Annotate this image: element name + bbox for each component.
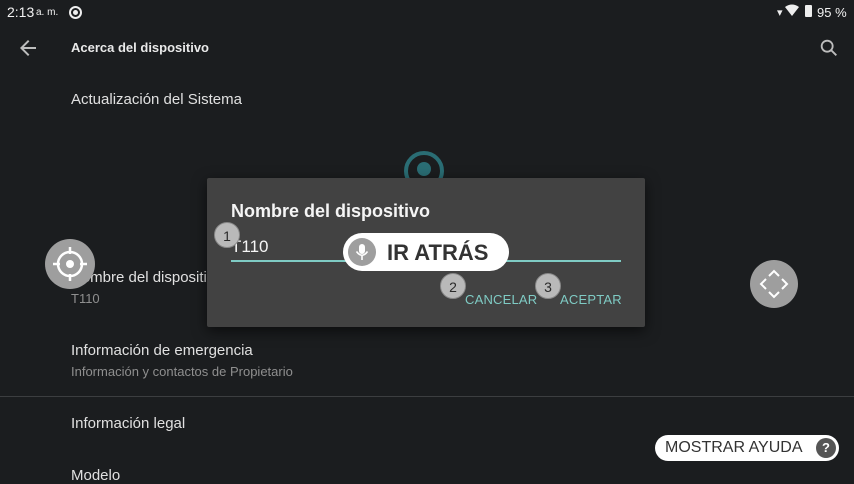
list-item-system-update[interactable]: Actualización del Sistema [71, 91, 242, 108]
status-time: 2:13 [7, 4, 35, 20]
list-item-emergency-info[interactable]: Información de emergencia [71, 342, 253, 359]
status-ampm: a. m. [36, 7, 59, 18]
battery-percent: 95 % [817, 5, 847, 20]
cancel-button[interactable]: CANCELAR [465, 292, 537, 307]
mic-icon [348, 238, 376, 266]
list-item-model[interactable]: Modelo [71, 467, 120, 484]
divider [0, 396, 854, 397]
show-help-label: MOSTRAR AYUDA [665, 439, 803, 456]
number-badge-2[interactable]: 2 [440, 273, 466, 299]
show-help-button[interactable]: MOSTRAR AYUDA ? [655, 435, 839, 461]
voice-command-pill: IR ATRÁS [343, 233, 509, 271]
status-bar: 2:13 a. m. ▾ 95 % [0, 0, 854, 24]
list-item-device-name-value: T110 [71, 291, 100, 306]
crosshair-button[interactable] [45, 239, 95, 289]
number-badge-1[interactable]: 1 [214, 222, 240, 248]
directional-pad-button[interactable] [750, 260, 798, 308]
back-arrow-icon[interactable] [16, 36, 40, 60]
directional-arrows-icon [759, 269, 789, 299]
battery-icon [805, 5, 812, 17]
list-item-emergency-info-sub: Información y contactos de Propietario [71, 364, 293, 379]
dialog-title: Nombre del dispositivo [231, 201, 431, 221]
wifi-icon [785, 4, 799, 16]
accept-button[interactable]: ACEPTAR [560, 292, 622, 307]
page-title: Acerca del dispositivo [71, 40, 209, 55]
notification-icon [69, 6, 82, 19]
list-item-legal-info[interactable]: Información legal [71, 415, 185, 432]
number-badge-3[interactable]: 3 [535, 273, 561, 299]
crosshair-icon [53, 247, 87, 281]
signal-icon: ▾ [777, 7, 783, 19]
voice-command-text: IR ATRÁS [387, 240, 489, 265]
search-icon[interactable] [818, 37, 840, 59]
help-icon: ? [816, 438, 836, 458]
